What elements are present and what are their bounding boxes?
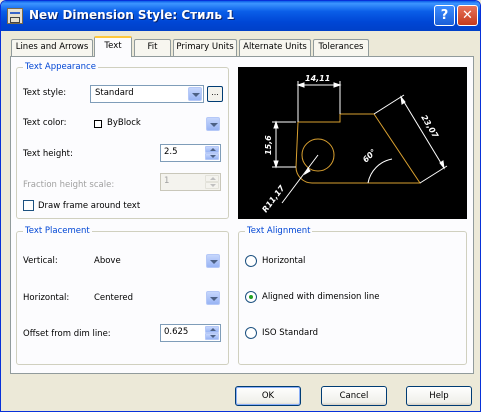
vertical-value: Above bbox=[94, 256, 121, 266]
radio-horizontal-label[interactable]: Horizontal bbox=[262, 256, 305, 266]
text-height-value: 2.5 bbox=[164, 147, 178, 157]
text-placement-group: Text Placement Vertical: Above Horizonta… bbox=[16, 226, 229, 365]
text-tab-panel: Text Appearance Text style: Standard ...… bbox=[10, 56, 474, 374]
dialog-window: New Dimension Style: Стиль 1 ? ✕ Lines a… bbox=[0, 0, 481, 412]
spin-down-icon[interactable] bbox=[205, 333, 219, 340]
text-alignment-group: Text Alignment Horizontal Aligned with d… bbox=[238, 226, 467, 365]
chevron-down-icon[interactable] bbox=[188, 87, 202, 101]
help-button[interactable]: Help bbox=[406, 386, 472, 406]
radio-iso-label[interactable]: ISO Standard bbox=[262, 328, 318, 338]
text-style-value: Standard bbox=[95, 88, 134, 98]
part-outline bbox=[295, 113, 421, 184]
fraction-height-spinner: 1 bbox=[160, 173, 221, 191]
close-button[interactable]: ✕ bbox=[457, 5, 478, 26]
right-dimension bbox=[373, 94, 448, 184]
chevron-down-icon[interactable] bbox=[206, 291, 220, 305]
text-alignment-legend: Text Alignment bbox=[245, 226, 313, 237]
text-placement-legend: Text Placement bbox=[23, 226, 92, 237]
text-style-browse-button[interactable]: ... bbox=[207, 86, 223, 102]
tab-alternate-units[interactable]: Alternate Units bbox=[239, 39, 311, 56]
radius-dimension bbox=[281, 154, 319, 204]
tab-tolerances[interactable]: Tolerances bbox=[313, 39, 369, 56]
radio-iso-standard[interactable] bbox=[245, 327, 257, 339]
vertical-label: Vertical: bbox=[23, 256, 58, 266]
fraction-height-label: Fraction height scale: bbox=[23, 180, 115, 190]
text-color-value: ByBlock bbox=[107, 118, 141, 128]
dim-angle-text: 60° bbox=[361, 147, 378, 164]
tab-fit[interactable]: Fit bbox=[134, 39, 171, 56]
app-icon bbox=[7, 8, 23, 24]
offset-value: 0.625 bbox=[164, 327, 189, 337]
chevron-down-icon[interactable] bbox=[206, 117, 220, 131]
radio-aligned-label[interactable]: Aligned with dimension line bbox=[262, 292, 379, 302]
text-color-label: Text color: bbox=[23, 118, 67, 128]
horizontal-value: Centered bbox=[94, 293, 134, 303]
angle-arc bbox=[367, 158, 393, 184]
offset-label: Offset from dim line: bbox=[23, 329, 111, 339]
draw-frame-label[interactable]: Draw frame around text bbox=[38, 201, 140, 211]
text-style-dropdown[interactable]: Standard bbox=[90, 85, 204, 103]
radio-horizontal[interactable] bbox=[245, 255, 257, 267]
color-swatch-icon bbox=[94, 120, 102, 128]
text-style-label: Text style: bbox=[23, 88, 67, 98]
dim-right-text: 23,07 bbox=[419, 113, 440, 140]
top-dimension bbox=[296, 81, 342, 122]
spin-up-icon bbox=[205, 175, 219, 182]
cancel-button[interactable]: Cancel bbox=[321, 386, 387, 406]
title-bar[interactable]: New Dimension Style: Стиль 1 ? ✕ bbox=[1, 1, 480, 31]
vertical-dropdown[interactable]: Above bbox=[90, 252, 220, 270]
dim-top-text: 14,11 bbox=[305, 74, 330, 83]
spin-down-icon[interactable] bbox=[205, 153, 219, 160]
tab-text[interactable]: Text bbox=[94, 36, 132, 57]
radio-aligned[interactable] bbox=[245, 291, 257, 303]
horizontal-dropdown[interactable]: Centered bbox=[90, 289, 220, 307]
dim-radius-text: R11,17 bbox=[260, 183, 286, 214]
tab-lines-and-arrows[interactable]: Lines and Arrows bbox=[11, 39, 93, 56]
text-height-spinner[interactable]: 2.5 bbox=[160, 144, 221, 162]
ok-button[interactable]: OK bbox=[235, 386, 301, 406]
text-appearance-group: Text Appearance Text style: Standard ...… bbox=[16, 62, 229, 219]
help-title-button[interactable]: ? bbox=[434, 5, 455, 26]
window-title: New Dimension Style: Стиль 1 bbox=[29, 8, 235, 22]
preview-drawing: 14,11 15,6 23,07 60° R11,17 bbox=[260, 74, 448, 214]
text-appearance-legend: Text Appearance bbox=[23, 62, 98, 73]
left-dimension bbox=[272, 120, 296, 169]
dimension-preview: 14,11 15,6 23,07 60° R11,17 bbox=[238, 67, 467, 219]
tab-primary-units[interactable]: Primary Units bbox=[173, 39, 237, 56]
dim-left-text: 15,6 bbox=[264, 135, 273, 155]
text-height-label: Text height: bbox=[23, 149, 73, 159]
spin-up-icon[interactable] bbox=[205, 326, 219, 333]
offset-spinner[interactable]: 0.625 bbox=[160, 324, 221, 342]
fraction-height-value: 1 bbox=[164, 176, 170, 186]
draw-frame-checkbox[interactable] bbox=[23, 200, 34, 211]
horizontal-label: Horizontal: bbox=[23, 293, 70, 303]
text-color-dropdown[interactable]: ByBlock bbox=[90, 115, 220, 133]
chevron-down-icon[interactable] bbox=[206, 254, 220, 268]
spin-down-icon bbox=[205, 182, 219, 189]
spin-up-icon[interactable] bbox=[205, 146, 219, 153]
